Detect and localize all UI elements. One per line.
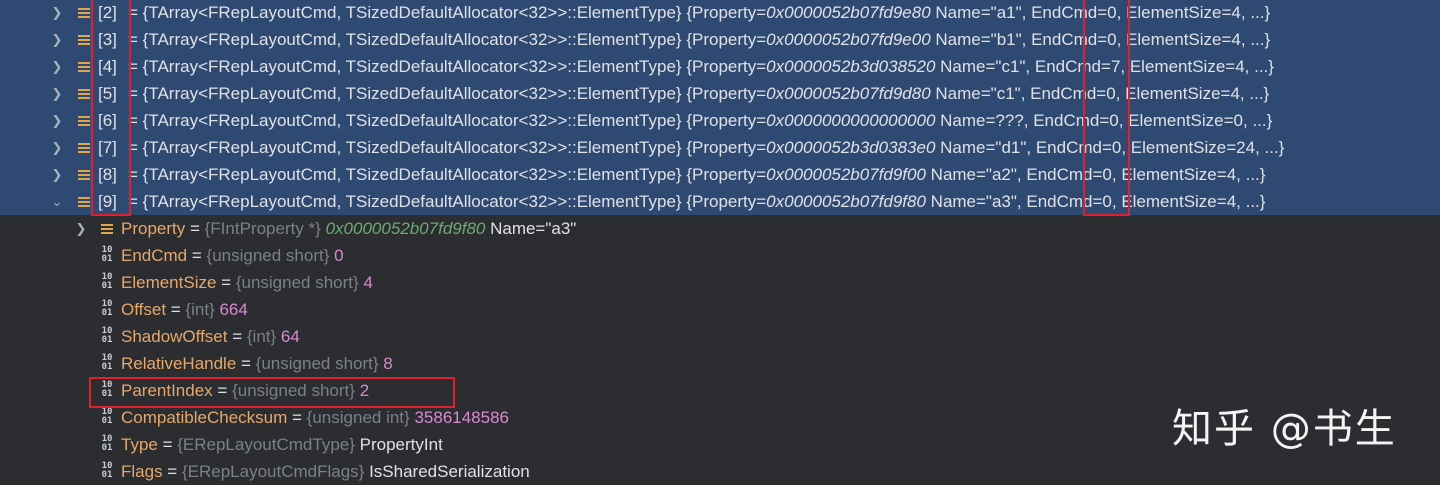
field-name: ElementSize [121, 273, 217, 292]
array-icon [78, 168, 90, 182]
array-row-type: {TArray<FRepLayoutCmd, TSizedDefaultAllo… [142, 165, 767, 184]
array-row-pointer: 0x0000052b07fd9d80 [766, 84, 931, 103]
array-row-type: {TArray<FRepLayoutCmd, TSizedDefaultAllo… [142, 84, 767, 103]
field-name: CompatibleChecksum [121, 408, 288, 427]
field-summary: Name="a3" [485, 219, 577, 238]
field-type: {ERepLayoutCmdFlags} [181, 462, 365, 481]
array-row[interactable]: ❯ [3] = {TArray<FRepLayoutCmd, TSizedDef… [0, 26, 1440, 53]
field-type: {unsigned short} [255, 354, 379, 373]
field-type: {ERepLayoutCmdType} [177, 435, 355, 454]
equals-sign: = [187, 246, 207, 265]
binary-field-icon: 10 01 [101, 407, 113, 426]
array-row-pointer: 0x0000052b07fd9f00 [766, 165, 926, 184]
array-icon [78, 6, 90, 20]
equals-sign: = [227, 327, 247, 346]
field-type: {unsigned short} [235, 273, 359, 292]
array-row-type: {TArray<FRepLayoutCmd, TSizedDefaultAllo… [142, 192, 767, 211]
array-row-type: {TArray<FRepLayoutCmd, TSizedDefaultAllo… [142, 57, 767, 76]
equals-sign: = [185, 219, 205, 238]
field-name: Type [121, 435, 158, 454]
field-value: 4 [363, 273, 373, 292]
field-value: IsSharedSerialization [369, 462, 530, 481]
field-row[interactable]: 10 01 EndCmd = {unsigned short} 0 [0, 242, 1440, 269]
field-name: Flags [121, 462, 163, 481]
field-value: 64 [280, 327, 300, 346]
array-row[interactable]: ❯ [2] = {TArray<FRepLayoutCmd, TSizedDef… [0, 0, 1440, 26]
field-name: EndCmd [121, 246, 188, 265]
chevron-right-icon[interactable]: ❯ [50, 107, 64, 134]
array-row[interactable]: ⌄ [9] = {TArray<FRepLayoutCmd, TSizedDef… [0, 188, 1440, 215]
field-row[interactable]: 10 01 Offset = {int} 664 [0, 296, 1440, 323]
array-icon [78, 141, 90, 155]
binary-field-icon: 10 01 [101, 272, 113, 291]
array-row[interactable]: ❯ [8] = {TArray<FRepLayoutCmd, TSizedDef… [0, 161, 1440, 188]
index-highlight-box [91, 0, 131, 216]
binary-field-icon: 10 01 [101, 461, 113, 480]
field-row-property[interactable]: ❯ Property = {FIntProperty *} 0x0000052b… [0, 215, 1440, 242]
array-row-pointer: 0x0000052b3d0383e0 [766, 138, 936, 157]
field-value: 664 [219, 300, 248, 319]
field-name: ShadowOffset [121, 327, 228, 346]
field-name: RelativeHandle [121, 354, 237, 373]
equals-sign: = [157, 435, 178, 454]
array-row-type: {TArray<FRepLayoutCmd, TSizedDefaultAllo… [142, 111, 767, 130]
chevron-right-icon[interactable]: ❯ [50, 161, 64, 188]
array-row-type: {TArray<FRepLayoutCmd, TSizedDefaultAllo… [142, 3, 767, 22]
field-name: Offset [121, 300, 167, 319]
chevron-right-icon[interactable]: ❯ [50, 0, 64, 26]
field-value: 3586148586 [414, 408, 509, 427]
array-row-pointer: 0x0000052b3d038520 [766, 57, 936, 76]
field-type: {unsigned int} [306, 408, 410, 427]
field-row[interactable]: 10 01 RelativeHandle = {unsigned short} 8 [0, 350, 1440, 377]
binary-field-icon: 10 01 [101, 326, 113, 345]
equals-sign: = [236, 354, 256, 373]
array-icon [78, 60, 90, 74]
binary-field-icon: 10 01 [101, 353, 113, 372]
field-name: Property [121, 219, 186, 238]
array-row-pointer: 0x0000052b07fd9e80 [766, 3, 931, 22]
array-icon [78, 33, 90, 47]
field-value: 8 [383, 354, 393, 373]
array-icon [78, 87, 90, 101]
chevron-right-icon[interactable]: ❯ [50, 26, 64, 53]
chevron-right-icon[interactable]: ❯ [50, 80, 64, 107]
name-highlight-box [1083, 0, 1130, 216]
equals-sign: = [216, 273, 236, 292]
chevron-down-icon[interactable]: ⌄ [50, 188, 64, 215]
array-icon [78, 195, 90, 209]
field-row[interactable]: 10 01 ElementSize = {unsigned short} 4 [0, 269, 1440, 296]
chevron-right-icon[interactable]: ❯ [74, 215, 88, 242]
array-row-pointer: 0x0000000000000000 [766, 111, 936, 130]
watermark: 知乎 @书生 [1172, 406, 1397, 452]
chevron-right-icon[interactable]: ❯ [50, 53, 64, 80]
equals-sign: = [287, 408, 307, 427]
field-type: {int} [246, 327, 277, 346]
field-type: {unsigned short} [206, 246, 330, 265]
array-row-type: {TArray<FRepLayoutCmd, TSizedDefaultAllo… [142, 138, 767, 157]
binary-field-icon: 10 01 [101, 434, 113, 453]
chevron-right-icon[interactable]: ❯ [50, 134, 64, 161]
field-row[interactable]: 10 01 ShadowOffset = {int} 64 [0, 323, 1440, 350]
equals-sign: = [166, 300, 186, 319]
field-row[interactable]: 10 01 Flags = {ERepLayoutCmdFlags} IsShar… [0, 458, 1440, 485]
array-row-pointer: 0x0000052b07fd9e00 [766, 30, 931, 49]
parent-index-highlight-box [89, 377, 455, 408]
equals-sign: = [162, 462, 182, 481]
array-row[interactable]: ❯ [7] = {TArray<FRepLayoutCmd, TSizedDef… [0, 134, 1440, 161]
array-row[interactable]: ❯ [5] = {TArray<FRepLayoutCmd, TSizedDef… [0, 80, 1440, 107]
field-pointer: 0x0000052b07fd9f80 [325, 219, 486, 238]
array-icon [101, 222, 113, 236]
array-row-type: {TArray<FRepLayoutCmd, TSizedDefaultAllo… [142, 30, 767, 49]
field-value: 0 [334, 246, 344, 265]
binary-field-icon: 10 01 [101, 299, 113, 318]
binary-field-icon: 10 01 [101, 245, 113, 264]
field-type: {int} [185, 300, 215, 319]
array-row[interactable]: ❯ [4] = {TArray<FRepLayoutCmd, TSizedDef… [0, 53, 1440, 80]
array-row-pointer: 0x0000052b07fd9f80 [766, 192, 926, 211]
array-row[interactable]: ❯ [6] = {TArray<FRepLayoutCmd, TSizedDef… [0, 107, 1440, 134]
field-value: PropertyInt [359, 435, 443, 454]
array-icon [78, 114, 90, 128]
field-type: {FIntProperty *} [204, 219, 321, 238]
